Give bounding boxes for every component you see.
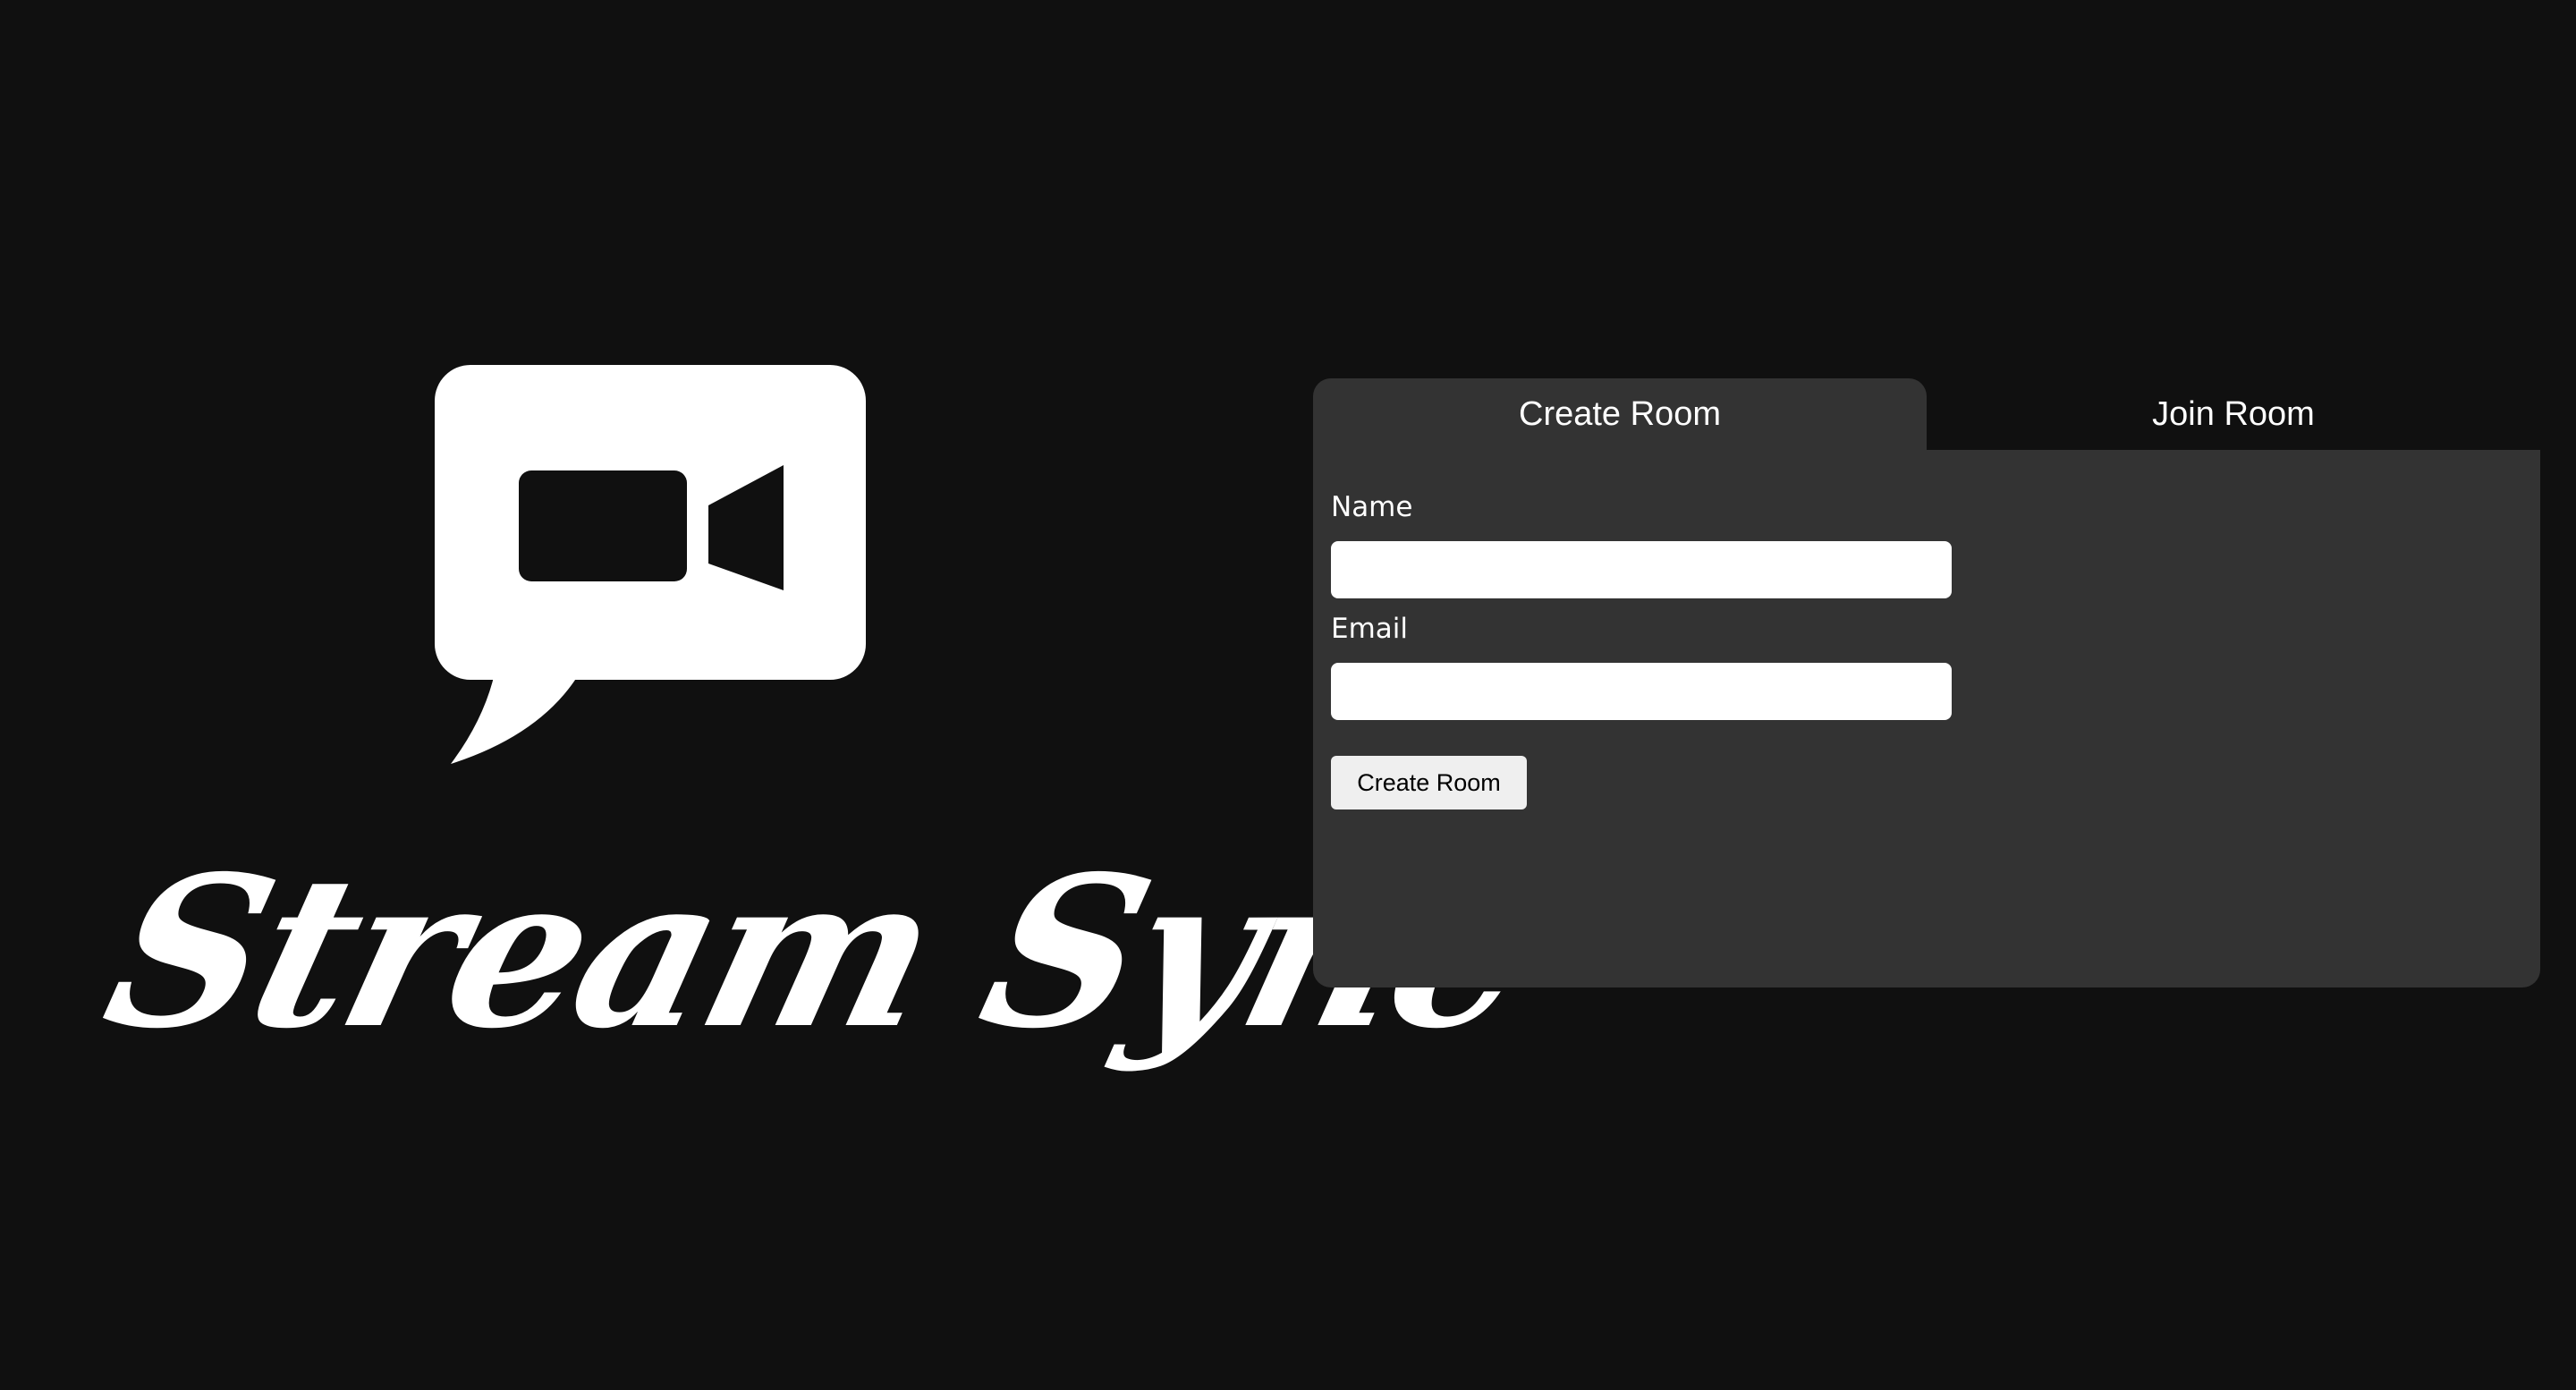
tab-join-room[interactable]: Join Room [1927,378,2540,450]
email-input[interactable] [1331,663,1952,720]
create-room-form: Name Email Create Room [1313,450,2540,987]
video-camera-chat-bubble-icon [435,365,866,764]
landing-page: Stream Sync Create Room Join Room Name E… [0,0,2576,1390]
email-label: Email [1331,613,1409,645]
room-panel: Create Room Join Room Name Email Create … [1313,378,2540,987]
create-room-button[interactable]: Create Room [1331,756,1527,809]
tab-bar: Create Room Join Room [1313,378,2540,450]
brand-wordmark: Stream Sync [86,830,1549,1074]
name-label: Name [1331,491,1413,523]
name-input[interactable] [1331,541,1952,598]
tab-create-room[interactable]: Create Room [1313,378,1927,450]
